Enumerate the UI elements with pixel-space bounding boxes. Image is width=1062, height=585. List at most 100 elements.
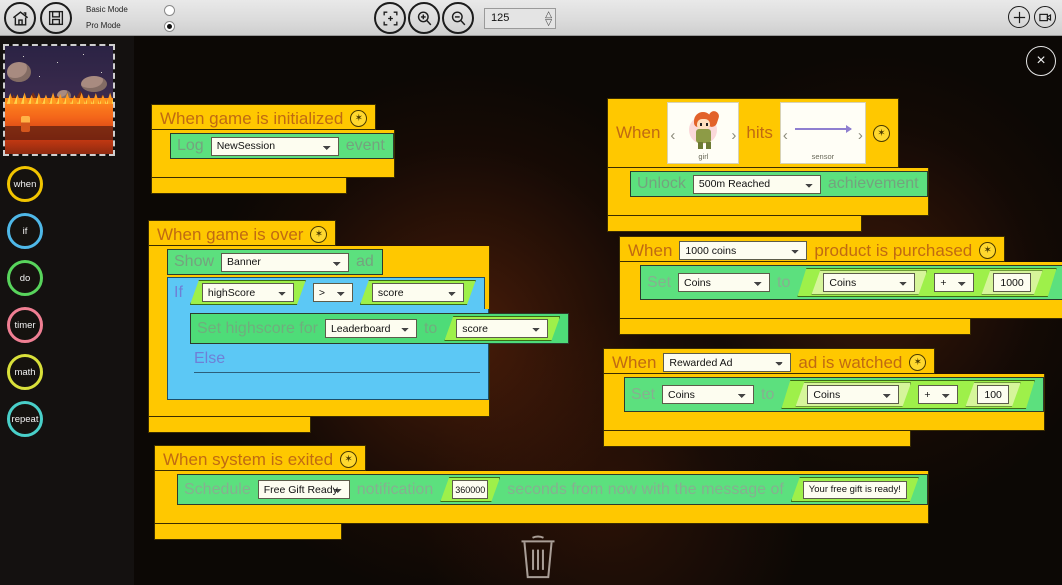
palette-item-do[interactable]: do [7,260,43,296]
if-right-operand[interactable]: score [360,280,476,305]
script-game-initialized[interactable]: When game is initialized ✶ Log NewSessio… [151,104,395,194]
operand-left[interactable]: Coins [811,270,927,295]
operator-select[interactable]: + [918,385,958,404]
set-coins-block[interactable]: Set Coins to Coins + 100 [624,377,1044,412]
chevron-left-icon[interactable]: ‹ [670,127,675,144]
operand-left-select[interactable]: Coins [807,385,899,404]
else-slot[interactable] [194,373,488,395]
seconds-input[interactable]: 360000 [452,480,488,499]
fit-to-screen-icon[interactable] [374,2,406,34]
zoom-stepper[interactable]: △ ▽ [545,9,552,26]
when-label: When [628,240,673,260]
operand-right[interactable]: 1000 [981,270,1042,295]
hat-block[interactable]: When ‹ › girl hits ‹ › sensor ✶ [607,98,899,168]
highscore-value-select[interactable]: score [456,319,548,338]
unlock-achievement-block[interactable]: Unlock 500m Reached achievement [630,171,928,197]
message-input[interactable]: Your free gift is ready! [803,481,907,499]
show-label: Show [174,253,215,270]
message-operand[interactable]: Your free gift is ready! [791,477,919,502]
basic-mode-radio[interactable] [164,4,175,16]
asteroid [7,62,31,82]
hat-block[interactable]: When Rewarded Ad ad is watched ✶ [603,348,936,374]
video-camera-icon[interactable] [1034,6,1056,28]
zoom-level-field[interactable]: △▽ [484,7,556,29]
close-icon[interactable]: × [1026,46,1056,76]
zoom-input[interactable] [489,11,541,25]
hat-block[interactable]: When system is exited ✶ [154,445,367,471]
settings-gear-icon[interactable]: ✶ [340,451,358,468]
palette-item-if[interactable]: if [7,213,43,249]
set-coins-block[interactable]: Set Coins to Coins + 1000 [640,265,1062,300]
math-expression[interactable]: Coins + 1000 [797,268,1056,297]
script-girl-hits-sensor[interactable]: When ‹ › girl hits ‹ › sensor ✶ Unlock 5… [607,98,929,232]
toolbar: Basic Mode Pro Mode 125 △ ▽ [0,0,1062,36]
script-ad-watched[interactable]: When Rewarded Ad ad is watched ✶ Set Coi… [603,348,1045,447]
trash-icon[interactable] [516,532,560,582]
schedule-notification-block[interactable]: Schedule Free Gift Ready notification 36… [177,474,928,505]
notification-select[interactable]: Free Gift Ready [257,480,350,499]
chevron-left-icon[interactable]: ‹ [783,127,788,144]
ad-select[interactable]: Rewarded Ad [663,353,792,372]
settings-gear-icon[interactable]: ✶ [979,242,997,259]
if-operator-select[interactable]: > [312,283,353,302]
set-target-select[interactable]: Coins [678,273,771,292]
show-ad-block[interactable]: Show Banner ad [167,249,383,275]
move-crosshair-icon[interactable] [1008,6,1030,28]
zoom-in-icon[interactable] [408,2,440,34]
script-system-exited[interactable]: When system is exited ✶ Schedule Free Gi… [154,445,929,540]
script-canvas[interactable]: × When game is initialized ✶ Log NewSess… [134,36,1062,585]
pro-mode-radio[interactable] [164,20,175,32]
save-icon[interactable] [40,2,72,34]
palette-item-timer[interactable]: timer [7,307,43,343]
operand-left[interactable]: Coins [795,382,911,407]
math-expression[interactable]: Coins + 100 [781,380,1035,409]
hat-tail-label: product is purchased [814,240,973,260]
operator-select[interactable]: + [934,273,974,292]
sensor-picker[interactable]: ‹ › sensor [779,102,866,164]
if-left-select[interactable]: highScore [202,283,294,302]
settings-gear-icon[interactable]: ✶ [872,124,890,142]
set-highscore-block[interactable]: Set highscore for Leaderboard to score [190,313,570,344]
log-event-block[interactable]: Log NewSession event [170,133,394,159]
star [39,76,40,77]
if-left-operand[interactable]: highScore [190,280,306,305]
set-target-select[interactable]: Coins [662,385,755,404]
leaderboard-select[interactable]: Leaderboard [324,319,417,338]
log-event-select[interactable]: NewSession [210,136,339,156]
operand-right-input[interactable]: 1000 [993,273,1030,292]
product-select[interactable]: 1000 coins [679,241,808,260]
pro-mode-row[interactable]: Pro Mode [86,18,175,34]
script-game-over[interactable]: When game is over ✶ Show Banner ad If hi… [148,220,570,433]
hat-tail-label: ad is watched [798,352,903,372]
if-block[interactable]: If highScore > score [167,277,485,310]
operand-right[interactable]: 100 [965,382,1021,407]
palette-label: do [19,272,31,284]
home-icon[interactable] [4,2,36,34]
highscore-value-operand[interactable]: score [444,316,560,341]
settings-gear-icon[interactable]: ✶ [310,226,328,243]
palette-item-when[interactable]: when [7,166,43,202]
operand-right-input[interactable]: 100 [977,385,1009,404]
settings-gear-icon[interactable]: ✶ [350,110,368,127]
seconds-operand[interactable]: 360000 [440,477,500,502]
sprite-picker-girl[interactable]: ‹ › girl [667,102,740,164]
ad-type-select[interactable]: Banner [221,252,350,272]
basic-mode-row[interactable]: Basic Mode [86,2,175,18]
palette-item-math[interactable]: math [7,354,43,390]
seconds-label: seconds from now with the message of [507,480,784,498]
scene-thumbnail[interactable] [3,44,115,156]
chevron-right-icon[interactable]: › [731,127,736,144]
palette-item-repeat[interactable]: repeat [7,401,43,437]
hat-block[interactable]: When game is over ✶ [148,220,337,246]
hat-block[interactable]: When 1000 coins product is purchased ✶ [619,236,1006,262]
achievement-select[interactable]: 500m Reached [692,174,821,194]
script-product-purchased[interactable]: When 1000 coins product is purchased ✶ S… [619,236,1062,335]
chevron-right-icon[interactable]: › [858,127,863,144]
operand-left-select[interactable]: Coins [823,273,915,292]
else-section[interactable]: Else [194,350,488,395]
hat-block[interactable]: When game is initialized ✶ [151,104,377,130]
block-stub [151,178,347,194]
settings-gear-icon[interactable]: ✶ [909,354,927,371]
if-right-select[interactable]: score [372,283,464,302]
zoom-out-icon[interactable] [442,2,474,34]
